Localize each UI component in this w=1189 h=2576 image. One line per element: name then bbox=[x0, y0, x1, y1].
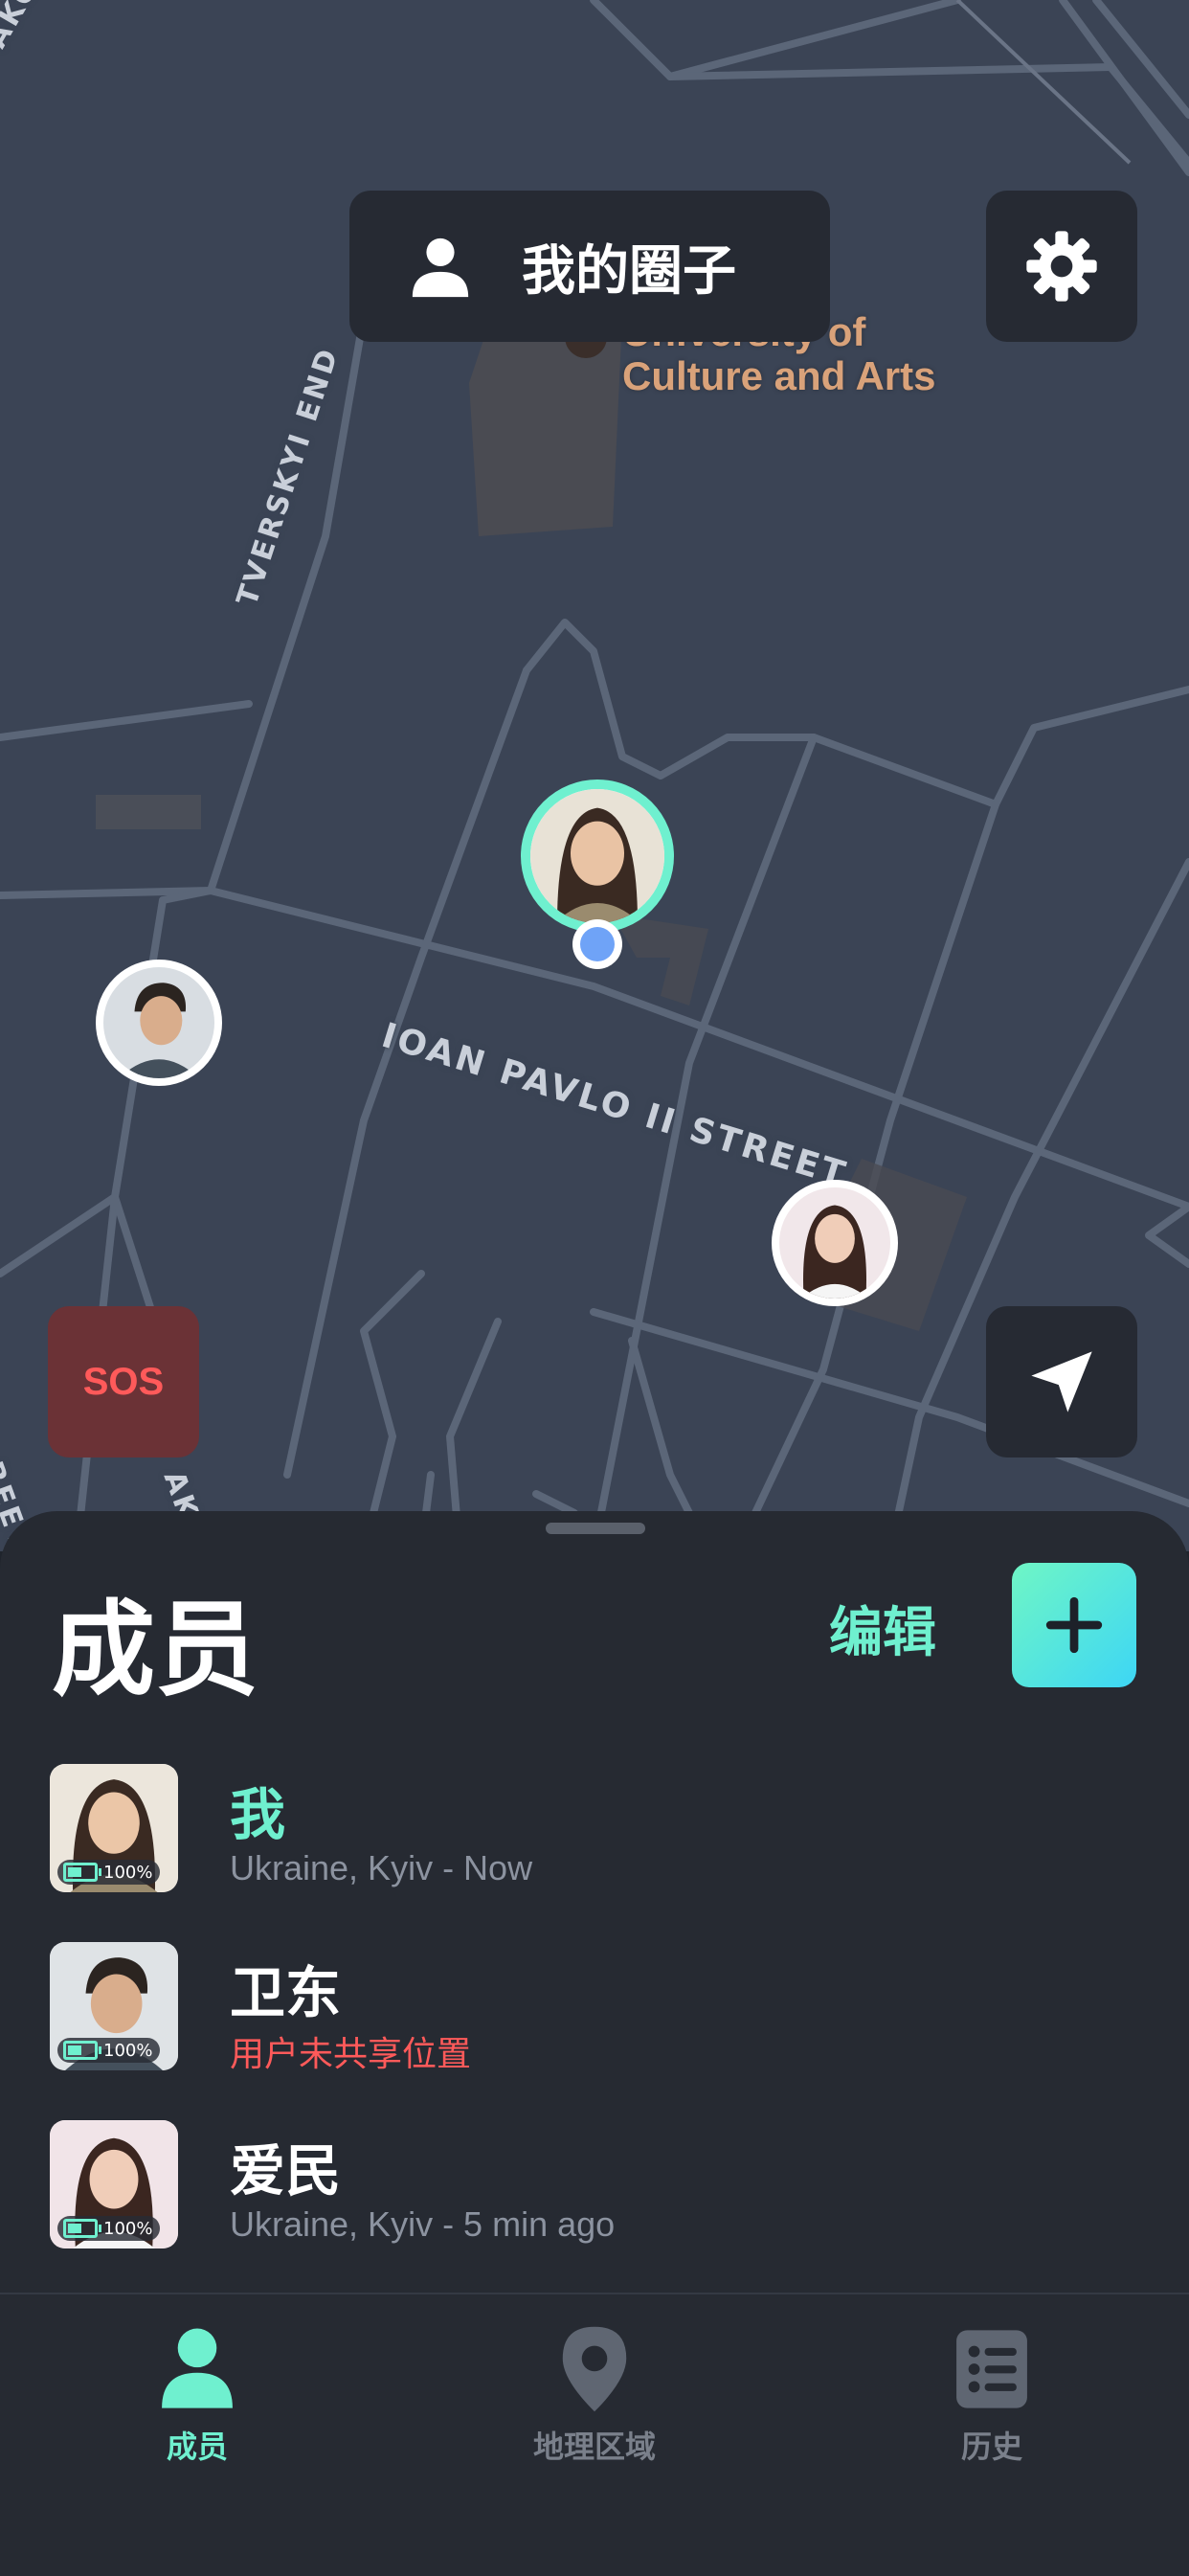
battery-percent: 100% bbox=[103, 1862, 153, 1883]
list-item[interactable]: 100% 爱民 Ukraine, Kyiv - 5 min ago bbox=[50, 2120, 1141, 2254]
bottom-tab-bar: 成员 地理区域 历史 bbox=[0, 2293, 1189, 2576]
avatar bbox=[521, 780, 674, 933]
drag-handle[interactable] bbox=[546, 1523, 645, 1534]
settings-button[interactable] bbox=[986, 191, 1137, 342]
poi-line-3: Culture and Arts bbox=[622, 353, 936, 398]
list-item[interactable]: 100% 我 Ukraine, Kyiv - Now bbox=[50, 1764, 1141, 1898]
sos-button[interactable]: SOS bbox=[48, 1306, 199, 1457]
circle-title: 我的圈子 bbox=[522, 239, 736, 303]
battery-percent: 100% bbox=[103, 2218, 153, 2239]
map-pin-weidong[interactable] bbox=[96, 960, 222, 1086]
battery-icon bbox=[63, 2219, 101, 2238]
man-face-icon bbox=[103, 967, 214, 1078]
tab-label: 成员 bbox=[166, 2429, 228, 2465]
tab-members[interactable]: 成员 bbox=[73, 2323, 322, 2467]
tab-label: 历史 bbox=[960, 2429, 1022, 2465]
avatar: 100% bbox=[50, 2120, 178, 2248]
avatar: 100% bbox=[50, 1764, 178, 1892]
member-name: 卫东 bbox=[230, 1960, 342, 2025]
list-item[interactable]: 100% 卫东 用户未共享位置 bbox=[50, 1942, 1141, 2076]
person-icon bbox=[162, 2328, 233, 2408]
edit-button[interactable]: 编辑 bbox=[829, 1590, 936, 1667]
battery-icon bbox=[63, 2041, 101, 2060]
avatar: 100% bbox=[50, 1942, 178, 2070]
battery-badge: 100% bbox=[57, 1860, 161, 1885]
battery-icon bbox=[63, 1863, 101, 1882]
navigation-arrow-icon bbox=[1031, 1351, 1092, 1412]
member-status: 用户未共享位置 bbox=[230, 2035, 472, 2074]
member-status: Ukraine, Kyiv - Now bbox=[230, 1848, 533, 1887]
map-pin-icon bbox=[562, 2326, 627, 2412]
tab-label: 地理区域 bbox=[532, 2429, 656, 2465]
gear-icon bbox=[1026, 231, 1097, 302]
woman-face-icon bbox=[530, 789, 664, 923]
location-dot bbox=[572, 919, 622, 969]
circle-selector-button[interactable]: 我的圈子 bbox=[349, 191, 830, 342]
member-name: 爱民 bbox=[230, 2138, 342, 2203]
list-icon bbox=[956, 2330, 1027, 2408]
member-name: 我 bbox=[230, 1782, 286, 1847]
add-member-button[interactable] bbox=[1012, 1563, 1136, 1687]
battery-badge: 100% bbox=[57, 2216, 161, 2241]
sheet-title: 成员 bbox=[52, 1591, 259, 1710]
my-location-button[interactable] bbox=[986, 1306, 1137, 1457]
map-pin-aimin[interactable] bbox=[772, 1180, 898, 1306]
woman-face-icon bbox=[779, 1187, 890, 1299]
battery-percent: 100% bbox=[103, 2040, 153, 2061]
tab-geofence[interactable]: 地理区域 bbox=[470, 2323, 719, 2467]
member-status: Ukraine, Kyiv - 5 min ago bbox=[230, 2204, 616, 2244]
person-icon bbox=[412, 237, 469, 298]
plus-icon bbox=[1045, 1596, 1103, 1654]
map-pin-me[interactable] bbox=[521, 780, 674, 971]
battery-badge: 100% bbox=[57, 2038, 161, 2063]
map-view[interactable]: TVERSKYI END IOAN PAVLO II STREET AKADE … bbox=[0, 0, 1189, 1595]
tab-history[interactable]: 历史 bbox=[867, 2323, 1116, 2467]
